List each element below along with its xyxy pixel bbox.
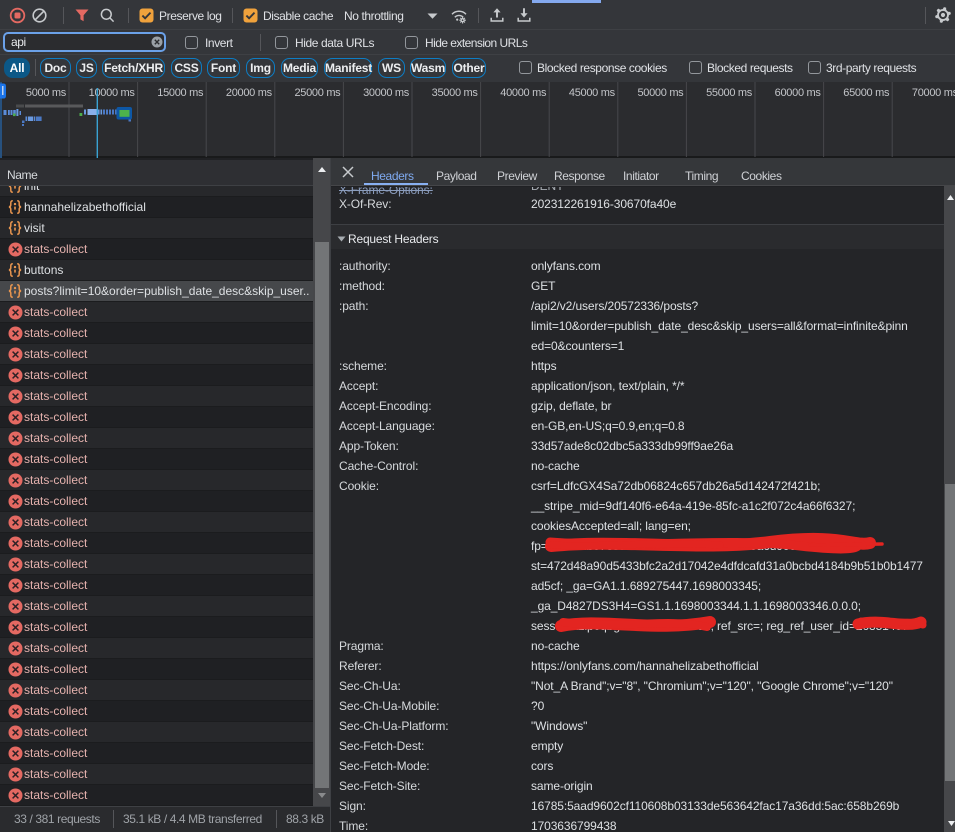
svg-text:70000 ms: 70000 ms [912, 87, 955, 99]
svg-text:45000 ms: 45000 ms [569, 87, 616, 99]
svg-text:55000 ms: 55000 ms [706, 87, 753, 99]
svg-text:35000 ms: 35000 ms [432, 87, 479, 99]
svg-text:25000 ms: 25000 ms [294, 87, 341, 99]
svg-text:50000 ms: 50000 ms [637, 87, 684, 99]
svg-text:65000 ms: 65000 ms [843, 87, 890, 99]
svg-text:30000 ms: 30000 ms [363, 87, 410, 99]
svg-text:40000 ms: 40000 ms [500, 87, 547, 99]
svg-text:10000 ms: 10000 ms [89, 87, 136, 99]
svg-text:15000 ms: 15000 ms [157, 87, 204, 99]
svg-text:20000 ms: 20000 ms [226, 87, 273, 99]
svg-text:60000 ms: 60000 ms [775, 87, 822, 99]
svg-text:5000 ms: 5000 ms [26, 87, 67, 99]
